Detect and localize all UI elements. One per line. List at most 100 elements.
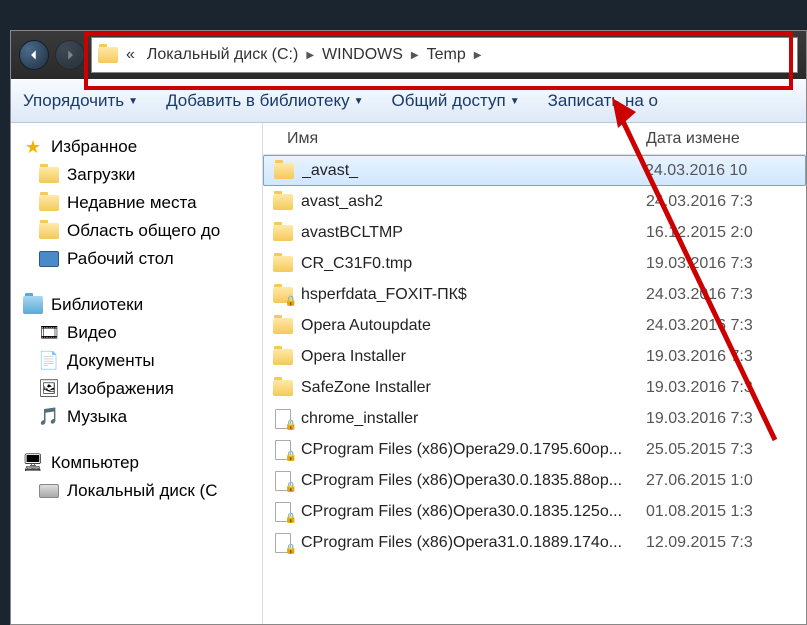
file-list: _avast_24.03.2016 10avast_ash224.03.2016… — [263, 155, 806, 558]
libraries-group: Библиотеки 🎞 Видео 📄 Документы 🖼 Изображ… — [15, 291, 258, 431]
folder-icon — [39, 165, 59, 185]
column-headers: Имя Дата измене — [263, 123, 806, 155]
body: ★ Избранное Загрузки Недавние места Обла… — [11, 123, 806, 624]
file-row[interactable]: Opera Installer19.03.2016 7:3 — [263, 341, 806, 372]
organize-button[interactable]: Упорядочить▼ — [23, 91, 138, 111]
col-name-header[interactable]: Имя — [263, 130, 646, 148]
file-name: chrome_installer — [301, 410, 646, 428]
add-to-library-button[interactable]: Добавить в библиотеку▼ — [166, 91, 363, 111]
star-icon: ★ — [23, 137, 43, 157]
file-date: 24.03.2016 10 — [645, 162, 805, 180]
address-bar[interactable]: « Локальный диск (C:) ▶ WINDOWS ▶ Temp ▶ — [91, 37, 798, 73]
folder-icon — [274, 161, 294, 181]
file-icon — [273, 502, 293, 522]
file-date: 19.03.2016 7:3 — [646, 410, 806, 428]
file-date: 27.06.2015 1:0 — [646, 472, 806, 490]
file-row[interactable]: CProgram Files (x86)Opera31.0.1889.174o.… — [263, 527, 806, 558]
sidebar-downloads[interactable]: Загрузки — [15, 161, 258, 189]
sidebar-pictures[interactable]: 🖼 Изображения — [15, 375, 258, 403]
sidebar-music[interactable]: 🎵 Музыка — [15, 403, 258, 431]
file-date: 12.09.2015 7:3 — [646, 534, 806, 552]
computer-header[interactable]: 🖥 Компьютер — [15, 449, 258, 477]
col-date-header[interactable]: Дата измене — [646, 130, 806, 148]
file-row[interactable]: CProgram Files (x86)Opera30.0.1835.125o.… — [263, 496, 806, 527]
sidebar-video[interactable]: 🎞 Видео — [15, 319, 258, 347]
file-name: CProgram Files (x86)Opera29.0.1795.60op.… — [301, 441, 646, 459]
breadcrumb-part-1[interactable]: WINDOWS — [318, 44, 407, 66]
file-name: avastBCLTMP — [301, 224, 646, 242]
file-row[interactable]: CProgram Files (x86)Opera30.0.1835.88op.… — [263, 465, 806, 496]
breadcrumb-part-2[interactable]: Temp — [423, 44, 470, 66]
sidebar-public[interactable]: Область общего до — [15, 217, 258, 245]
content-pane: Имя Дата измене _avast_24.03.2016 10avas… — [263, 123, 806, 624]
computer-icon: 🖥 — [23, 453, 43, 473]
folder-icon — [98, 45, 118, 65]
file-date: 25.05.2015 7:3 — [646, 441, 806, 459]
file-name: avast_ash2 — [301, 193, 646, 211]
favorites-header[interactable]: ★ Избранное — [15, 133, 258, 161]
chevron-icon[interactable]: ▶ — [474, 50, 482, 61]
file-row[interactable]: CR_C31F0.tmp19.03.2016 7:3 — [263, 248, 806, 279]
sidebar-disk-c[interactable]: Локальный диск (C — [15, 477, 258, 505]
monitor-icon — [39, 249, 59, 269]
breadcrumb-part-0[interactable]: Локальный диск (C:) — [143, 44, 302, 66]
breadcrumb-overflow[interactable]: « — [122, 44, 139, 66]
file-row[interactable]: _avast_24.03.2016 10 — [263, 155, 806, 186]
library-icon — [23, 295, 43, 315]
file-date: 24.03.2016 7:3 — [646, 193, 806, 211]
share-button[interactable]: Общий доступ▼ — [391, 91, 519, 111]
file-row[interactable]: hsperfdata_FOXIT-ПК$24.03.2016 7:3 — [263, 279, 806, 310]
picture-icon: 🖼 — [39, 379, 59, 399]
folder-icon — [273, 347, 293, 367]
sidebar-documents[interactable]: 📄 Документы — [15, 347, 258, 375]
file-icon — [273, 471, 293, 491]
file-date: 24.03.2016 7:3 — [646, 286, 806, 304]
folder-icon — [273, 254, 293, 274]
file-row[interactable]: chrome_installer19.03.2016 7:3 — [263, 403, 806, 434]
folder-icon — [273, 192, 293, 212]
caret-down-icon: ▼ — [128, 96, 138, 107]
sidebar-desktop[interactable]: Рабочий стол — [15, 245, 258, 273]
file-date: 19.03.2016 7:3 — [646, 255, 806, 273]
folder-icon — [273, 223, 293, 243]
disk-icon — [39, 481, 59, 501]
file-icon — [273, 409, 293, 429]
folder-icon — [273, 316, 293, 336]
file-row[interactable]: avastBCLTMP16.12.2015 2:0 — [263, 217, 806, 248]
folder-icon — [39, 193, 59, 213]
back-button[interactable] — [19, 40, 49, 70]
file-name: SafeZone Installer — [301, 379, 646, 397]
file-name: Opera Installer — [301, 348, 646, 366]
explorer-window: « Локальный диск (C:) ▶ WINDOWS ▶ Temp ▶… — [10, 30, 807, 625]
libraries-header[interactable]: Библиотеки — [15, 291, 258, 319]
favorites-group: ★ Избранное Загрузки Недавние места Обла… — [15, 133, 258, 273]
file-date: 01.08.2015 1:3 — [646, 503, 806, 521]
computer-group: 🖥 Компьютер Локальный диск (C — [15, 449, 258, 505]
file-name: CProgram Files (x86)Opera31.0.1889.174o.… — [301, 534, 646, 552]
file-name: Opera Autoupdate — [301, 317, 646, 335]
chevron-icon[interactable]: ▶ — [306, 50, 314, 61]
file-date: 19.03.2016 7:3 — [646, 348, 806, 366]
file-date: 24.03.2016 7:3 — [646, 317, 806, 335]
file-name: _avast_ — [302, 162, 645, 180]
forward-button[interactable] — [55, 40, 85, 70]
file-row[interactable]: Opera Autoupdate24.03.2016 7:3 — [263, 310, 806, 341]
file-row[interactable]: CProgram Files (x86)Opera29.0.1795.60op.… — [263, 434, 806, 465]
sidebar: ★ Избранное Загрузки Недавние места Обла… — [11, 123, 263, 624]
file-date: 19.03.2016 7:3 — [646, 379, 806, 397]
sidebar-recent[interactable]: Недавние места — [15, 189, 258, 217]
file-name: hsperfdata_FOXIT-ПК$ — [301, 286, 646, 304]
chevron-icon[interactable]: ▶ — [411, 50, 419, 61]
caret-down-icon: ▼ — [354, 96, 364, 107]
file-icon — [273, 440, 293, 460]
music-icon: 🎵 — [39, 407, 59, 427]
file-date: 16.12.2015 2:0 — [646, 224, 806, 242]
video-icon: 🎞 — [39, 323, 59, 343]
file-name: CProgram Files (x86)Opera30.0.1835.88op.… — [301, 472, 646, 490]
file-row[interactable]: avast_ash224.03.2016 7:3 — [263, 186, 806, 217]
caret-down-icon: ▼ — [510, 96, 520, 107]
toolbar: Упорядочить▼ Добавить в библиотеку▼ Общи… — [11, 79, 806, 123]
folder-icon — [273, 285, 293, 305]
file-row[interactable]: SafeZone Installer19.03.2016 7:3 — [263, 372, 806, 403]
burn-button[interactable]: Записать на о — [548, 91, 658, 111]
